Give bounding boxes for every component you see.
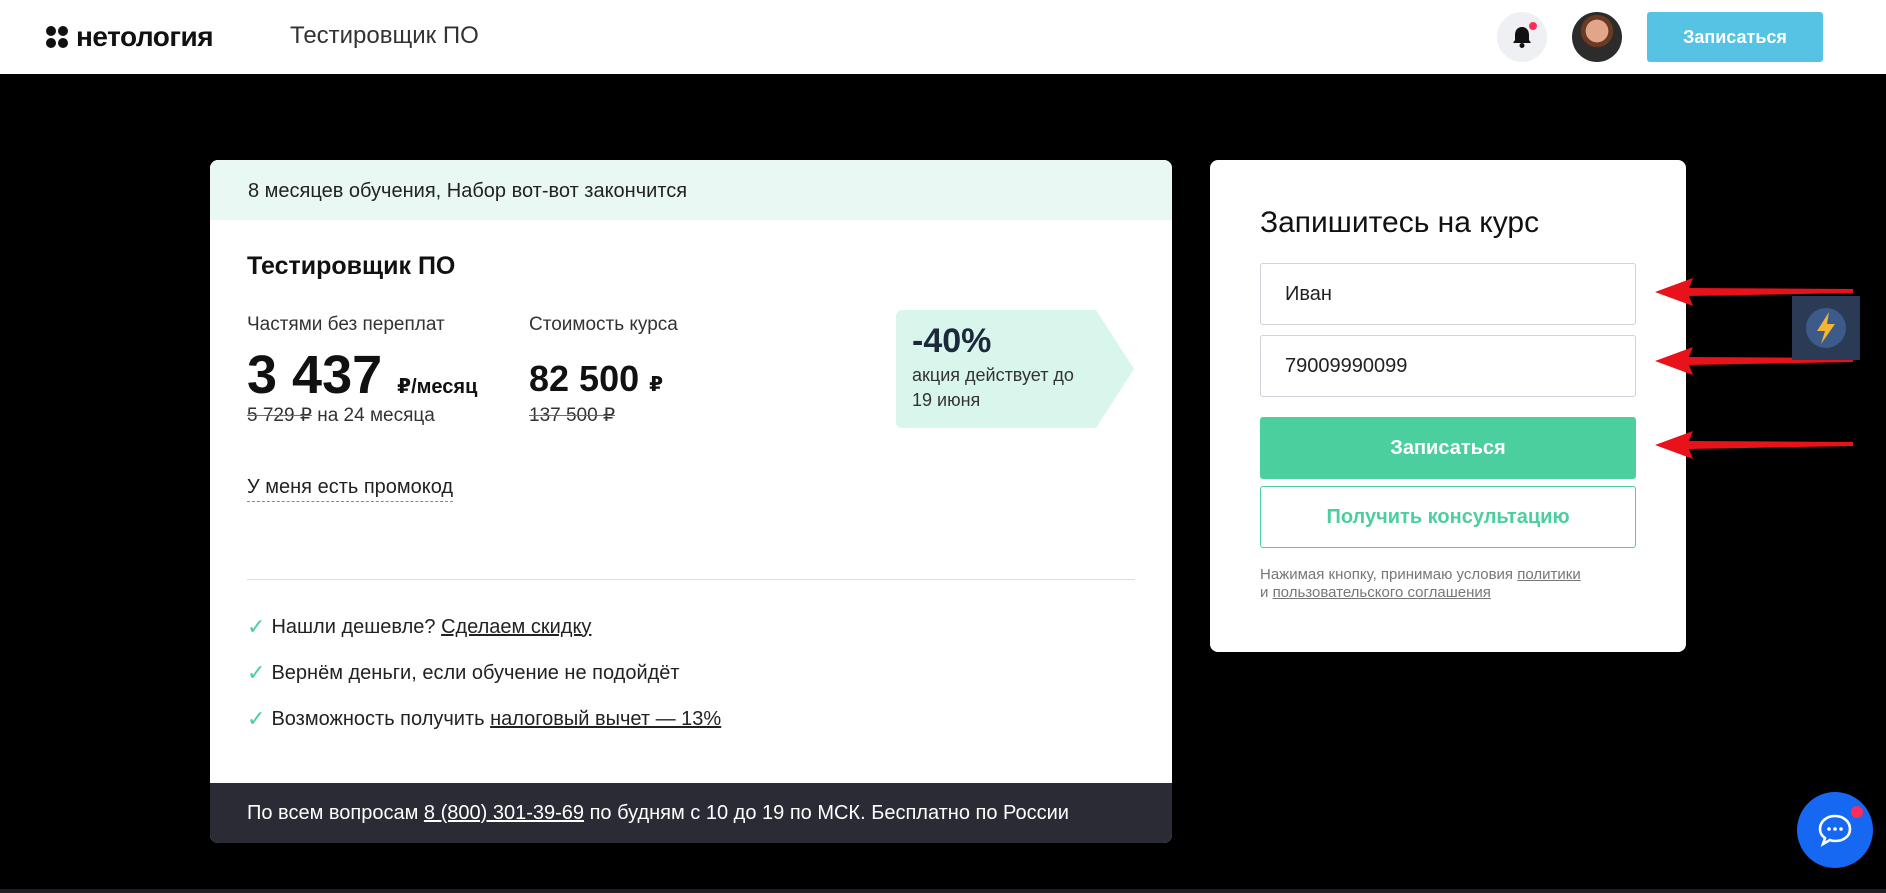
installment-term: на 24 месяца bbox=[317, 405, 435, 426]
offer-banner: 8 месяцев обучения, Набор вот-вот законч… bbox=[210, 160, 1172, 220]
legal-and: и bbox=[1260, 584, 1269, 601]
tax-deduction-link[interactable]: налоговый вычет — 13% bbox=[490, 708, 721, 731]
legal-note: Нажимая кнопку, принимаю условия политик… bbox=[1260, 566, 1640, 602]
form-title: Запишитесь на курс bbox=[1260, 206, 1540, 239]
discount-text: акция действует до 19 июня bbox=[912, 365, 1074, 410]
red-arrow-icon bbox=[1655, 431, 1853, 459]
installment-unit: ₽/месяц bbox=[397, 376, 478, 398]
installment-price-row: 3 437 ₽/месяц bbox=[247, 344, 477, 406]
notification-dot bbox=[1527, 20, 1539, 32]
installment-label: Частями без переплат bbox=[247, 314, 445, 335]
support-phone-link[interactable]: 8 (800) 301-39-69 bbox=[424, 802, 584, 824]
check-icon: ✓ bbox=[247, 706, 266, 731]
check-icon: ✓ bbox=[247, 614, 266, 639]
benefit-item: ✓ Нашли дешевле? Сделаем скидку bbox=[247, 614, 591, 640]
footer-prefix: По всем вопросам bbox=[247, 802, 419, 824]
chat-icon bbox=[1818, 814, 1852, 847]
check-icon: ✓ bbox=[247, 660, 266, 685]
full-old-price: 137 500 ₽ bbox=[529, 405, 616, 426]
chat-button[interactable] bbox=[1797, 792, 1873, 868]
logo-text: нетология bbox=[76, 21, 214, 52]
benefit-text: Вернём деньги, если обучение не подойдёт bbox=[271, 661, 680, 684]
full-price-row: 82 500 ₽ bbox=[529, 358, 663, 400]
name-field[interactable] bbox=[1260, 263, 1636, 325]
full-price-unit: ₽ bbox=[649, 374, 664, 396]
notifications-button[interactable] bbox=[1497, 12, 1547, 62]
benefit-text: Нашли дешевле? bbox=[271, 615, 436, 638]
benefit-item: ✓ Вернём деньги, если обучение не подойд… bbox=[247, 660, 680, 686]
consultation-button[interactable]: Получить консультацию bbox=[1260, 486, 1636, 548]
divider bbox=[247, 579, 1135, 580]
installment-price: 3 437 bbox=[247, 345, 383, 405]
legal-prefix: Нажимая кнопку, принимаю условия bbox=[1260, 566, 1514, 583]
installment-old-price: 5 729 ₽ bbox=[247, 405, 312, 426]
policy-link[interactable]: политики bbox=[1517, 566, 1580, 583]
phone-field[interactable] bbox=[1260, 335, 1636, 397]
full-price: 82 500 bbox=[529, 358, 640, 399]
enroll-form-card: Запишитесь на курс Записаться Получить к… bbox=[1210, 160, 1686, 652]
header-enroll-button[interactable]: Записаться bbox=[1647, 12, 1823, 62]
agreement-link[interactable]: пользовательского соглашения bbox=[1273, 584, 1491, 601]
benefit-item: ✓ Возможность получить налоговый вычет —… bbox=[247, 706, 721, 732]
benefit-text: Возможность получить bbox=[271, 707, 485, 730]
lightning-icon bbox=[1806, 308, 1846, 348]
chat-notification-dot bbox=[1851, 806, 1863, 818]
extension-widget[interactable] bbox=[1792, 296, 1860, 360]
top-header: нетология Тестировщик ПО Записаться bbox=[0, 0, 1886, 74]
netology-logo[interactable]: нетология bbox=[46, 20, 214, 54]
full-price-label: Стоимость курса bbox=[529, 314, 678, 335]
support-footer: По всем вопросам 8 (800) 301-39-69 по бу… bbox=[210, 783, 1172, 843]
discount-badge: -40% акция действует до 19 июня bbox=[896, 310, 1134, 428]
discount-link[interactable]: Сделаем скидку bbox=[441, 616, 591, 639]
user-avatar[interactable] bbox=[1572, 12, 1622, 62]
installment-old-row: 5 729 ₽ на 24 месяца bbox=[247, 404, 435, 427]
logo-icon bbox=[46, 26, 68, 48]
footer-suffix: по будням с 10 до 19 по МСК. Бесплатно п… bbox=[589, 802, 1069, 824]
bottom-strip bbox=[0, 889, 1886, 893]
discount-percent: -40% bbox=[912, 322, 992, 360]
course-offer-card: 8 месяцев обучения, Набор вот-вот законч… bbox=[210, 160, 1172, 843]
header-course-name: Тестировщик ПО bbox=[290, 22, 479, 49]
course-title: Тестировщик ПО bbox=[247, 252, 456, 280]
enroll-submit-button[interactable]: Записаться bbox=[1260, 417, 1636, 479]
promo-code-link[interactable]: У меня есть промокод bbox=[247, 476, 454, 502]
